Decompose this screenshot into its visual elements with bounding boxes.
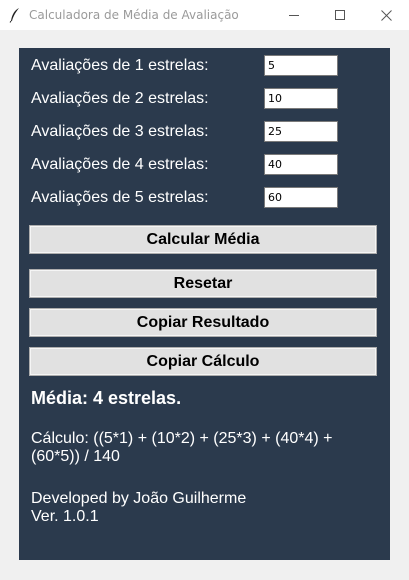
minimize-button[interactable] <box>271 0 317 30</box>
maximize-button[interactable] <box>317 0 363 30</box>
version-label: Ver. 1.0.1 <box>31 508 99 525</box>
rating-5-input[interactable]: 60 <box>264 187 338 208</box>
window-title: Calculadora de Média de Avaliação <box>29 8 239 22</box>
rating-4-label: Avaliações de 4 estrelas: <box>31 156 209 173</box>
feather-icon <box>9 7 21 23</box>
copy-calculation-button[interactable]: Copiar Cálculo <box>29 347 377 376</box>
close-button[interactable] <box>363 0 409 30</box>
developer-credit: Developed by João Guilherme <box>31 490 247 507</box>
app-window: Calculadora de Média de Avaliação Avalia… <box>0 0 409 580</box>
reset-button[interactable]: Resetar <box>29 269 377 298</box>
title-bar[interactable]: Calculadora de Média de Avaliação <box>0 0 409 30</box>
close-icon <box>380 9 392 21</box>
minimize-icon <box>289 10 299 20</box>
calculate-average-button[interactable]: Calcular Média <box>29 225 377 254</box>
rating-2-label: Avaliações de 2 estrelas: <box>31 90 209 107</box>
maximize-icon <box>335 10 345 20</box>
copy-result-button[interactable]: Copiar Resultado <box>29 308 377 337</box>
rating-3-label: Avaliações de 3 estrelas: <box>31 123 209 140</box>
rating-5-label: Avaliações de 5 estrelas: <box>31 189 209 206</box>
calculation-text: Cálculo: ((5*1) + (10*2) + (25*3) + (40*… <box>31 430 333 465</box>
rating-2-input[interactable]: 10 <box>264 88 338 109</box>
rating-1-label: Avaliações de 1 estrelas: <box>31 57 209 74</box>
rating-3-input[interactable]: 25 <box>264 121 338 142</box>
main-panel: Avaliações de 1 estrelas: 5 Avaliações d… <box>19 48 390 560</box>
rating-1-input[interactable]: 5 <box>264 55 338 76</box>
average-result: Média: 4 estrelas. <box>31 388 182 408</box>
rating-4-input[interactable]: 40 <box>264 154 338 175</box>
credits: Developed by João Guilherme Ver. 1.0.1 <box>31 490 246 526</box>
